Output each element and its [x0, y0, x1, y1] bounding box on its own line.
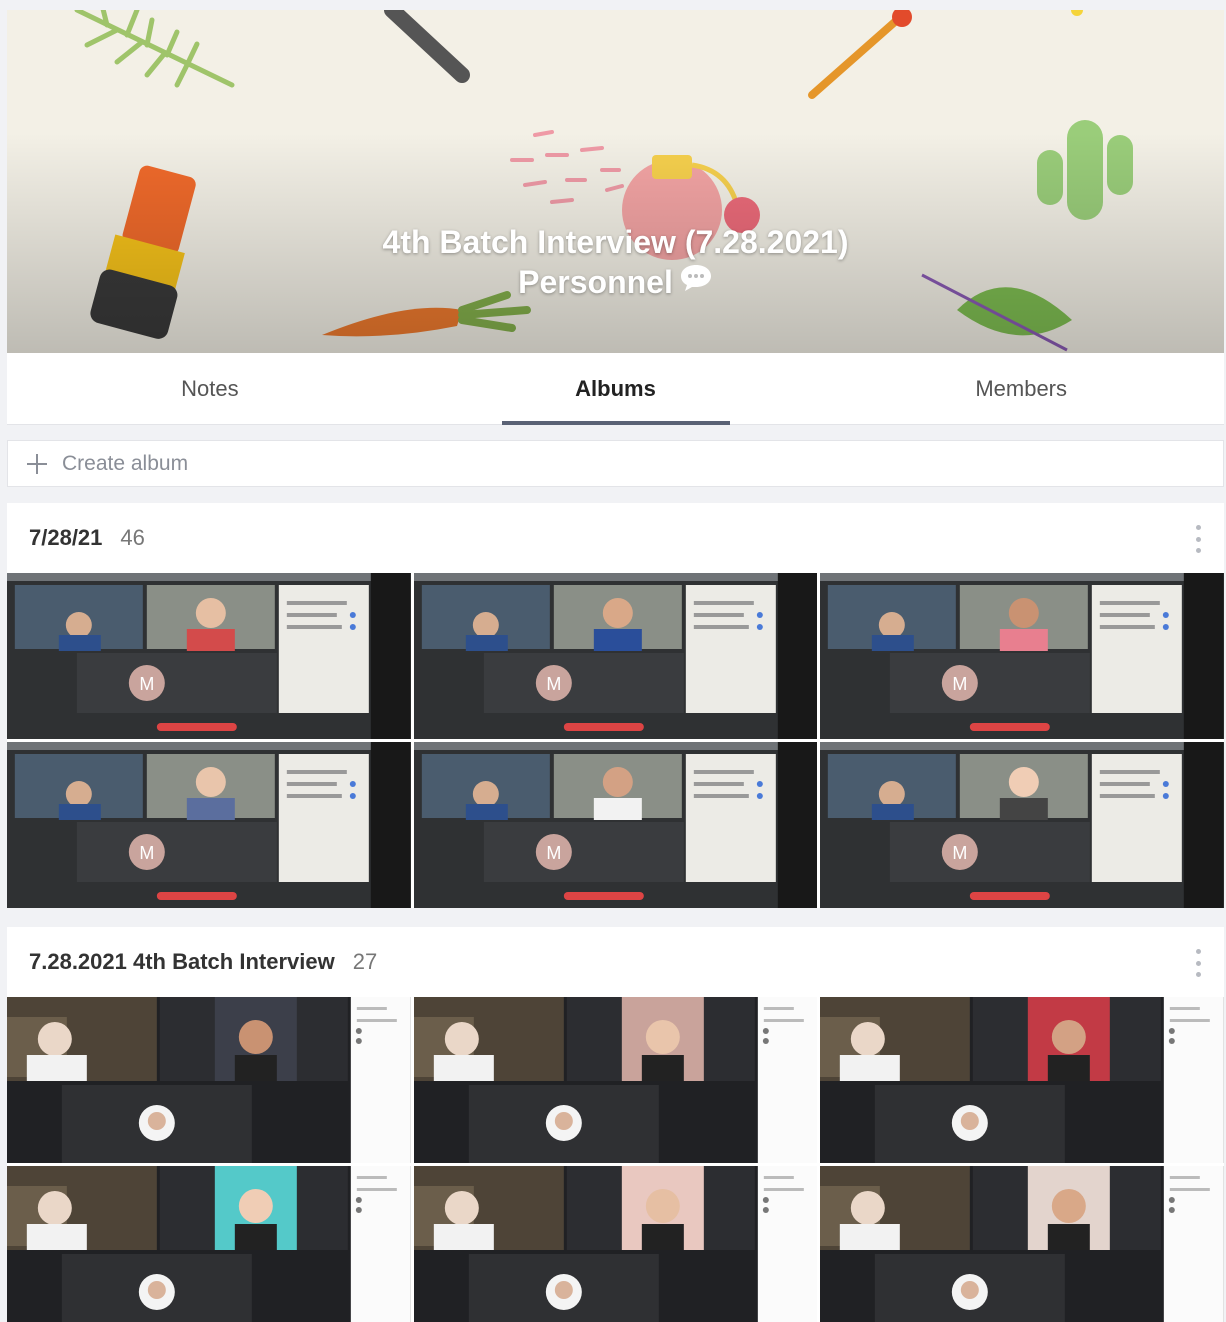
photo-image: M	[820, 742, 1224, 908]
band-subtitle: Personnel	[518, 264, 673, 300]
svg-text:M: M	[546, 843, 561, 863]
tab-notes[interactable]: Notes	[7, 353, 413, 424]
band-cover: 4th Batch Interview (7.28.2021) Personne…	[7, 10, 1224, 353]
tab-albums[interactable]: Albums	[413, 353, 819, 424]
photo-image: M	[7, 573, 411, 739]
plus-icon	[26, 453, 48, 475]
band-title: 4th Batch Interview (7.28.2021)	[382, 224, 849, 260]
album-photo-thumbnail[interactable]	[820, 997, 1224, 1163]
album-photo-thumbnail[interactable]: M	[7, 742, 411, 908]
svg-text:M: M	[546, 674, 561, 694]
album-photo-grid: M M M M M M	[7, 573, 1224, 908]
album-photo-count: 46	[120, 525, 145, 550]
album-photo-thumbnail[interactable]: M	[413, 742, 818, 908]
photo-image	[7, 1166, 411, 1322]
tab-label: Members	[975, 375, 1068, 401]
album-photo-thumbnail[interactable]	[7, 1166, 411, 1322]
photo-image: M	[820, 573, 1224, 739]
album-section: 7/28/21 46 M M M M M M	[7, 503, 1224, 908]
album-photo-count: 27	[352, 949, 378, 974]
tab-label: Notes	[181, 375, 239, 401]
photo-image	[413, 997, 818, 1163]
photo-image: M	[413, 742, 818, 908]
more-vertical-icon[interactable]	[1194, 949, 1202, 977]
create-album-button[interactable]: Create album	[7, 440, 1224, 487]
tab-bar: Notes Albums Members	[7, 353, 1224, 425]
tab-members[interactable]: Members	[818, 353, 1224, 424]
album-photo-thumbnail[interactable]	[7, 997, 411, 1163]
photo-image: M	[7, 742, 411, 908]
photo-image	[820, 997, 1224, 1163]
create-album-label: Create album	[62, 451, 189, 475]
photo-image	[820, 1166, 1224, 1322]
svg-text:M: M	[953, 674, 968, 694]
svg-text:M: M	[953, 843, 968, 863]
svg-text:M: M	[139, 843, 154, 863]
album-photo-grid	[7, 997, 1224, 1322]
tab-label: Albums	[575, 375, 656, 401]
album-name: 7.28.2021 4th Batch Interview	[29, 949, 335, 974]
album-photo-thumbnail[interactable]	[820, 1166, 1224, 1322]
album-header[interactable]: 7.28.2021 4th Batch Interview 27	[7, 927, 1224, 997]
photo-image	[413, 1166, 818, 1322]
album-photo-thumbnail[interactable]: M	[413, 573, 818, 739]
photo-image	[7, 997, 411, 1163]
svg-text:M: M	[139, 674, 154, 694]
album-section: 7.28.2021 4th Batch Interview 27	[7, 927, 1224, 1322]
album-photo-thumbnail[interactable]: M	[820, 573, 1224, 739]
album-photo-thumbnail[interactable]	[413, 1166, 818, 1322]
band-subtitle-row: Personnel	[7, 262, 1224, 302]
album-photo-thumbnail[interactable]	[413, 997, 818, 1163]
photo-image: M	[413, 573, 818, 739]
album-header[interactable]: 7/28/21 46	[7, 503, 1224, 573]
album-name: 7/28/21	[29, 525, 103, 550]
album-photo-thumbnail[interactable]: M	[820, 742, 1224, 908]
album-photo-thumbnail[interactable]: M	[7, 573, 411, 739]
chat-bubble-icon[interactable]	[679, 262, 713, 302]
more-vertical-icon[interactable]	[1194, 525, 1202, 553]
